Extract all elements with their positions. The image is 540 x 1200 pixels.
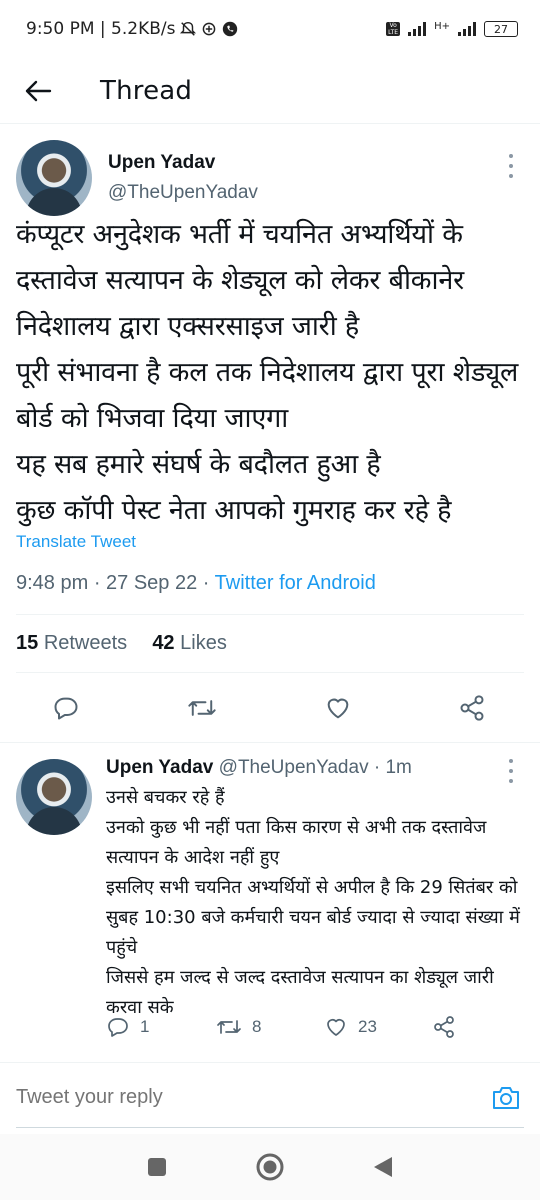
- like-icon: [327, 698, 349, 719]
- nav-back-icon: [374, 1157, 393, 1177]
- back-arrow-icon: [25, 80, 52, 101]
- reply-count: 1: [140, 1017, 150, 1036]
- reply-header: Upen Yadav @TheUpenYadav · 1m: [106, 757, 412, 779]
- more-vertical-icon[interactable]: [506, 759, 516, 783]
- reply-underline: [16, 1127, 524, 1128]
- retweet-icon: [188, 700, 216, 716]
- like-icon: [327, 1019, 345, 1036]
- page-title: Thread: [100, 75, 193, 106]
- camera-button[interactable]: [490, 1082, 522, 1114]
- like-button[interactable]: [320, 690, 356, 726]
- nav-recents-icon: [147, 1158, 166, 1176]
- reply-author-name[interactable]: Upen Yadav: [106, 757, 213, 778]
- status-bar: 9:50 PM | 5.2KB/s Vo LTE H+ 27: [0, 0, 540, 58]
- system-nav-bar: [0, 1134, 540, 1200]
- retweet-icon: [217, 1020, 241, 1034]
- camera-icon: [493, 1086, 519, 1109]
- signal-icon-2: [458, 22, 476, 36]
- reply-author-avatar[interactable]: [16, 759, 92, 835]
- whatsapp-icon: [223, 21, 238, 37]
- tweet-stats: 15 Retweets 42 Likes: [16, 632, 227, 655]
- back-button[interactable]: [6, 63, 70, 119]
- reply-retweet-button[interactable]: 8: [216, 1015, 261, 1039]
- reply-reply-button[interactable]: 1: [106, 1015, 149, 1039]
- author-handle[interactable]: @TheUpenYadav: [108, 182, 258, 204]
- top-app-bar: Thread: [0, 58, 540, 124]
- tweet-header: Upen Yadav @TheUpenYadav: [16, 140, 524, 220]
- divider: [16, 672, 524, 673]
- retweets-stat[interactable]: 15 Retweets: [16, 632, 127, 654]
- reply-tweet[interactable]: Upen Yadav @TheUpenYadav · 1m उनसे बचकर …: [0, 742, 540, 1060]
- more-vertical-icon[interactable]: [506, 154, 516, 178]
- author-avatar[interactable]: [16, 140, 92, 216]
- reply-share-button[interactable]: [432, 1015, 456, 1039]
- divider: [16, 614, 524, 615]
- nav-home-icon: [256, 1153, 284, 1181]
- author-name[interactable]: Upen Yadav: [108, 152, 215, 174]
- tweet-meta: 9:48 pm · 27 Sep 22 · Twitter for Androi…: [16, 572, 376, 595]
- mute-icon: [180, 21, 197, 36]
- tweet-timestamp: 9:48 pm · 27 Sep 22 ·: [16, 572, 215, 594]
- network-type: H+: [434, 21, 450, 32]
- reply-composer: [0, 1062, 540, 1132]
- nav-recents-button[interactable]: [137, 1147, 177, 1187]
- reply-button[interactable]: [48, 690, 84, 726]
- share-icon: [460, 695, 484, 721]
- battery-icon: 27: [484, 21, 518, 37]
- reply-icon: [54, 697, 78, 720]
- reply-text: उनसे बचकर रहे हैं उनको कुछ भी नहीं पता क…: [106, 787, 520, 1018]
- notification-icon: [203, 22, 216, 36]
- nav-back-button[interactable]: [363, 1147, 403, 1187]
- status-time: 9:50 PM | 5.2KB/s: [26, 19, 176, 39]
- translate-tweet-link[interactable]: Translate Tweet: [16, 532, 136, 552]
- signal-icon: [408, 22, 427, 36]
- tweet-text: कंप्यूटर अनुदेशक भर्ती में चयनित अभ्यर्थ…: [16, 219, 519, 526]
- tweet-reply-input[interactable]: [16, 1086, 490, 1109]
- like-count: 23: [358, 1017, 377, 1036]
- reply-actions: 1 8 23: [106, 1015, 526, 1043]
- volte-icon: Vo LTE: [386, 22, 401, 36]
- tweet-source-link[interactable]: Twitter for Android: [215, 572, 376, 594]
- likes-stat[interactable]: 42 Likes: [152, 632, 227, 654]
- retweet-count: 8: [252, 1017, 262, 1036]
- share-button[interactable]: [454, 690, 490, 726]
- tweet-actions: [16, 690, 524, 730]
- nav-home-button[interactable]: [250, 1147, 290, 1187]
- reply-icon: [108, 1018, 128, 1037]
- reply-like-button[interactable]: 23: [324, 1015, 377, 1039]
- reply-author-handle[interactable]: @TheUpenYadav · 1m: [219, 757, 412, 778]
- retweet-button[interactable]: [184, 690, 220, 726]
- share-icon: [434, 1016, 454, 1038]
